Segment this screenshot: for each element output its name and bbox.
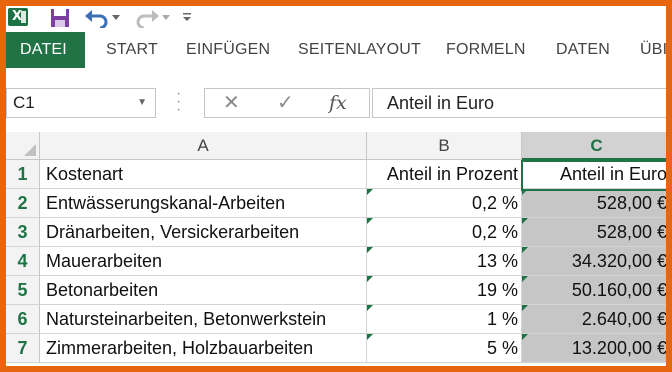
tab-seitenlayout[interactable]: SEITENLAYOUT	[298, 32, 421, 68]
customize-qat-icon[interactable]	[182, 12, 192, 22]
name-box[interactable]: C1 ▼	[6, 88, 156, 118]
row-header[interactable]: 3	[6, 218, 40, 247]
error-indicator-icon	[522, 276, 528, 282]
ribbon-tabs: DATEI START EINFÜGEN SEITENLAYOUT FORMEL…	[6, 32, 666, 68]
undo-dropdown-icon[interactable]	[112, 15, 120, 21]
active-cell-border	[521, 160, 666, 191]
excel-window: X DATEI START EINFÜGEN SEITENLAYOUT FORM…	[6, 6, 666, 366]
column-header-c[interactable]: C	[522, 132, 666, 160]
quick-access-toolbar: X	[6, 6, 666, 30]
cell-a5[interactable]: Betonarbeiten	[40, 276, 367, 305]
cell-b2-value: 0,2 %	[471, 193, 518, 213]
redo-dropdown-icon[interactable]	[162, 15, 170, 21]
cell-c5[interactable]: 50.160,00 €	[522, 276, 666, 305]
tab-daten[interactable]: DATEN	[556, 32, 610, 68]
row-header[interactable]: 1	[6, 160, 40, 189]
save-icon[interactable]	[50, 8, 70, 28]
tab-datei[interactable]: DATEI	[6, 32, 85, 68]
error-indicator-icon	[522, 218, 528, 224]
cell-c7[interactable]: 13.200,00 €	[522, 334, 666, 363]
cell-c6-value: 2.640,00 €	[581, 309, 666, 329]
cell-b3[interactable]: 0,2 %	[367, 218, 522, 247]
formula-bar: C1 ▼ · · · ✕ ✓ fx Anteil in Euro	[6, 78, 666, 128]
error-indicator-icon	[367, 189, 373, 195]
cell-b5-value: 19 %	[476, 280, 518, 300]
formula-input[interactable]: Anteil in Euro	[372, 88, 666, 118]
cell-c6[interactable]: 2.640,00 €	[522, 305, 666, 334]
cell-b7[interactable]: 5 %	[367, 334, 522, 363]
enter-check-icon[interactable]: ✓	[277, 89, 294, 117]
error-indicator-icon	[522, 334, 528, 340]
cell-b1[interactable]: Anteil in Prozent	[367, 160, 522, 189]
cell-c3-value: 528,00 €	[596, 222, 666, 242]
row-header[interactable]: 2	[6, 189, 40, 218]
cell-b6-value: 1 %	[486, 309, 518, 329]
error-indicator-icon	[367, 276, 373, 282]
row-header[interactable]: 4	[6, 247, 40, 276]
cancel-icon[interactable]: ✕	[223, 89, 240, 117]
cell-b6[interactable]: 1 %	[367, 305, 522, 334]
cell-c4[interactable]: 34.320,00 €	[522, 247, 666, 276]
error-indicator-icon	[367, 334, 373, 340]
cell-a2[interactable]: Entwässerungskanal-Arbeiten	[40, 189, 367, 218]
excel-logo-icon: X	[8, 8, 28, 26]
error-indicator-icon	[367, 305, 373, 311]
tab-ueberpruefen[interactable]: ÜBI	[640, 32, 666, 68]
select-all-corner[interactable]	[6, 132, 40, 160]
formula-buttons: ✕ ✓ fx	[204, 88, 370, 118]
tab-einfuegen[interactable]: EINFÜGEN	[186, 32, 270, 68]
cell-a7[interactable]: Zimmerarbeiten, Holzbauarbeiten	[40, 334, 367, 363]
cell-a3[interactable]: Dränarbeiten, Versickerarbeiten	[40, 218, 367, 247]
spreadsheet-grid: A B C 1 Kostenart Anteil in Prozent Ante…	[6, 132, 666, 366]
cell-b2[interactable]: 0,2 %	[367, 189, 522, 218]
row-header[interactable]: 5	[6, 276, 40, 305]
cell-b5[interactable]: 19 %	[367, 276, 522, 305]
cell-c2[interactable]: 528,00 €	[522, 189, 666, 218]
chevron-down-icon[interactable]: ▼	[137, 89, 147, 117]
row-header[interactable]: 7	[6, 334, 40, 363]
cell-c4-value: 34.320,00 €	[571, 251, 666, 271]
cell-b7-value: 5 %	[486, 338, 518, 358]
insert-function-icon[interactable]: fx	[329, 89, 347, 117]
row-header[interactable]: 6	[6, 305, 40, 334]
cell-b4[interactable]: 13 %	[367, 247, 522, 276]
error-indicator-icon	[522, 247, 528, 253]
redo-icon[interactable]	[134, 8, 160, 28]
error-indicator-icon	[522, 305, 528, 311]
column-header-a[interactable]: A	[40, 132, 367, 160]
cell-b3-value: 0,2 %	[471, 222, 518, 242]
column-header-b[interactable]: B	[367, 132, 522, 160]
undo-icon[interactable]	[84, 8, 110, 28]
cell-c7-value: 13.200,00 €	[571, 338, 666, 358]
tab-formeln[interactable]: FORMELN	[446, 32, 526, 68]
name-box-value: C1	[13, 93, 35, 112]
cell-c2-value: 528,00 €	[596, 193, 666, 213]
cell-a6[interactable]: Natursteinarbeiten, Betonwerkstein	[40, 305, 367, 334]
error-indicator-icon	[367, 218, 373, 224]
tab-start[interactable]: START	[106, 32, 158, 68]
formula-bar-grip-icon[interactable]: · · ·	[176, 86, 181, 118]
cell-c5-value: 50.160,00 €	[571, 280, 666, 300]
cell-a4[interactable]: Mauerarbeiten	[40, 247, 367, 276]
cell-c3[interactable]: 528,00 €	[522, 218, 666, 247]
cell-b4-value: 13 %	[476, 251, 518, 271]
error-indicator-icon	[367, 247, 373, 253]
cell-a1[interactable]: Kostenart	[40, 160, 367, 189]
